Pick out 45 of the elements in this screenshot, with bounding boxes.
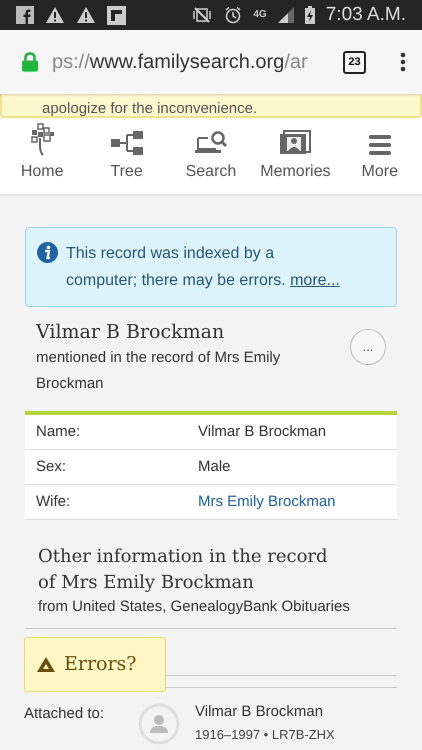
fact-value: Male [198, 456, 231, 477]
facebook-icon [16, 6, 34, 24]
fact-label: Sex: [35, 456, 68, 477]
overflow-menu-icon[interactable] [400, 52, 406, 72]
fact-label: Wife: [35, 492, 72, 512]
person-subtitle: mentioned in the record of Mrs Emily Brockman [36, 348, 282, 394]
nav-tab[interactable]: Home [7, 122, 78, 184]
vibrate-mute-icon [191, 6, 214, 24]
person-name: Vilmar B Brockman [36, 320, 226, 345]
signal-icon [278, 7, 294, 23]
info-icon [37, 242, 58, 263]
attached-label: Attached to: [24, 704, 106, 724]
attached-person-details: 1916–1997 • LR7B-ZHX [195, 726, 335, 744]
nav-tab[interactable]: More [344, 134, 415, 184]
more-link[interactable]: more... [290, 272, 340, 289]
more-options-button[interactable]: ... [350, 329, 386, 365]
laptop-search-icon [194, 130, 228, 156]
alarm-icon [224, 6, 242, 24]
nav-tab[interactable]: Memories [260, 130, 330, 184]
fact-link[interactable]: Mrs Emily Brockman [198, 490, 336, 514]
warning-icon [36, 656, 56, 673]
warning-icon [45, 6, 65, 24]
flipboard-icon [107, 6, 126, 24]
avatar-icon [138, 703, 180, 745]
menu-icon [368, 134, 392, 156]
attached-person-name[interactable]: Vilmar B Brockman [195, 701, 335, 723]
clock: 7:03 A.M. [326, 2, 406, 27]
url-field[interactable]: ps://www.familysearch.org/ar [52, 47, 319, 77]
fact-label: Name: [35, 422, 82, 442]
hierarchy-icon [110, 130, 144, 156]
battery-charging-icon [304, 6, 315, 24]
nav-tab[interactable]: Tree [92, 130, 162, 184]
photo-frame-icon [278, 130, 312, 156]
record-source: from United States, GenealogyBank Obituaries [38, 597, 351, 617]
tab-count-button[interactable]: 23 [343, 50, 366, 74]
nav-tab[interactable]: Search [176, 130, 246, 184]
errors-button[interactable]: Errors? [24, 637, 166, 692]
lock-icon [22, 52, 38, 72]
fact-value: Vilmar B Brockman [198, 422, 326, 442]
section-heading: Other information in the record of Mrs Emily Brockman [38, 545, 329, 595]
info-message: This record was indexed by a computer; there may be errors. more... [66, 244, 341, 291]
notice-banner: apologize for the inconvenience. [0, 94, 422, 118]
network-type: 4G [253, 10, 267, 20]
tree-icon [29, 122, 56, 156]
warning-icon [76, 6, 96, 24]
